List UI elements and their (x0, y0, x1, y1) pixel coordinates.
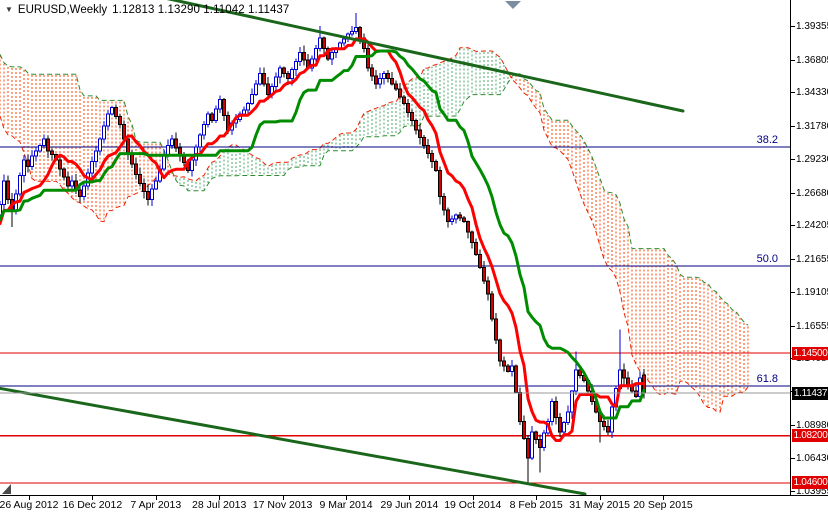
price-tick-label: 1.39355 (796, 21, 828, 33)
alert-price-badge: 1.14500 (792, 346, 828, 360)
price-tick-mark (791, 125, 795, 127)
time-axis[interactable]: 26 Aug 2012 16 Dec 2012 7 Apr 2013 28 Jul 2… (0, 495, 828, 513)
price-tick-mark (791, 59, 795, 61)
price-tick-mark (791, 225, 795, 227)
price-tick-label: 1.26680 (796, 187, 828, 199)
time-tick-label: 16 Dec 2012 (62, 499, 123, 511)
chart-title: ▼ EURUSD,Weekly 1.12813 1.13290 1.11042 … (5, 3, 289, 17)
time-tick-label: 8 Feb 2015 (509, 499, 563, 511)
price-tick-label: 1.31780 (796, 120, 828, 132)
price-tick-label: 1.16555 (796, 320, 828, 332)
fib-level-label[interactable]: 50.0 (757, 253, 778, 265)
time-tick-label: 9 Mar 2014 (319, 499, 373, 511)
alert-price-badge: 1.04600 (792, 476, 828, 490)
price-tick-label: 1.29230 (796, 154, 828, 166)
mt4-chart-window: 38.2 50.0 61.8 ▼ EURUSD,Weekly 1.12813 1.1… (0, 0, 828, 513)
ohlc-quote-text: 1.12813 1.13290 1.11042 1.11437 (112, 4, 290, 16)
price-tick-label: 1.36805 (796, 54, 828, 66)
corner-flag-object[interactable] (2, 484, 11, 494)
time-tick-label: 28 Jul 2013 (192, 499, 247, 511)
time-tick-label: 20 Sep 2015 (633, 499, 693, 511)
fib-level-label[interactable]: 38.2 (757, 134, 778, 146)
price-tick-mark (791, 92, 795, 94)
ichimoku-cloud-layer (0, 47, 749, 413)
fib-level-label[interactable]: 61.8 (757, 373, 778, 385)
price-tick-mark (791, 292, 795, 294)
price-tick-mark (791, 159, 795, 161)
time-tick-label: 17 Nov 2013 (252, 499, 313, 511)
price-tick-mark (791, 325, 795, 327)
price-tick-mark (791, 26, 795, 28)
price-tick-label: 1.34330 (796, 87, 828, 99)
time-tick-label: 7 Apr 2013 (130, 499, 182, 511)
price-tick-label: 1.19105 (796, 287, 828, 299)
candles-layer (0, 12, 646, 485)
alert-price-badge: 1.08200 (792, 429, 828, 443)
price-tick-mark (791, 258, 795, 260)
price-tick-label: 1.06430 (796, 453, 828, 465)
price-axis[interactable]: 1.39355 1.36805 1.34330 1.31780 1.29230 1.266… (790, 0, 828, 497)
symbol-dropdown-icon[interactable]: ▼ (5, 5, 13, 15)
time-tick-label: 26 Aug 2012 (0, 499, 59, 511)
down-arrow-object[interactable] (505, 1, 521, 9)
symbol-period-label: EURUSD,Weekly (17, 4, 108, 16)
tenkan-sen-line (0, 37, 646, 442)
time-tick-label: 31 May 2015 (569, 499, 630, 511)
time-tick-label: 29 Jun 2014 (380, 499, 439, 511)
price-tick-label: 1.24205 (796, 220, 828, 232)
price-tick-mark (791, 458, 795, 460)
price-tick-mark (791, 490, 795, 492)
current-price-badge: 1.11437 (792, 386, 828, 400)
price-tick-label: 1.21655 (796, 253, 828, 265)
time-tick-label: 19 Oct 2014 (444, 499, 502, 511)
price-tick-mark (791, 192, 795, 194)
price-tick-mark (791, 424, 795, 426)
trendline-object[interactable] (0, 386, 587, 495)
price-chart-canvas[interactable]: 38.2 50.0 61.8 (0, 0, 790, 495)
kijun-sen-line (0, 49, 646, 420)
